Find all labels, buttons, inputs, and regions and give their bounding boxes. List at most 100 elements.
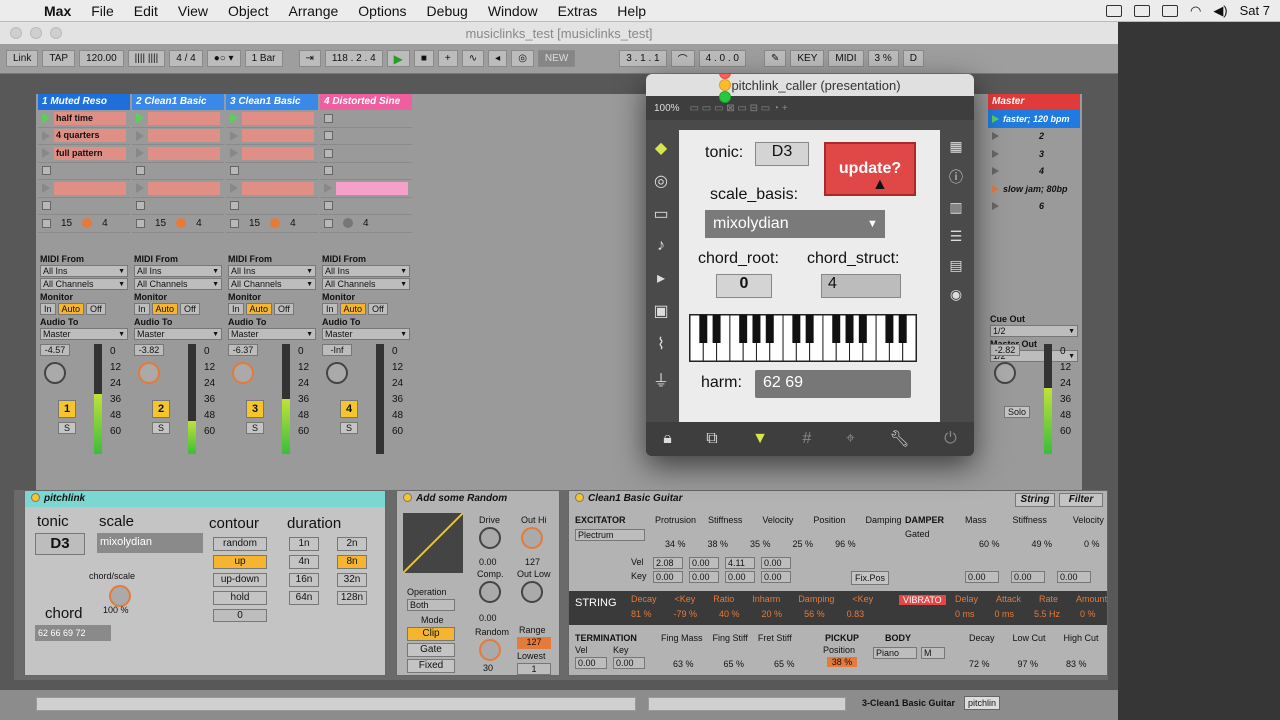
output-select[interactable]: Master bbox=[228, 328, 316, 340]
scale-select[interactable]: mixolydian bbox=[97, 533, 203, 553]
menu-app[interactable]: Max bbox=[34, 3, 81, 19]
play-clip-icon[interactable] bbox=[42, 113, 50, 124]
play-clip-icon[interactable] bbox=[136, 183, 144, 194]
scene-launch-icon[interactable] bbox=[992, 149, 999, 158]
solo-button[interactable]: S bbox=[340, 422, 358, 434]
val[interactable]: 0 % bbox=[1080, 609, 1096, 619]
black-key[interactable] bbox=[845, 315, 854, 343]
output-select[interactable]: Master bbox=[322, 328, 410, 340]
play-clip-icon[interactable] bbox=[230, 113, 238, 124]
volume-field[interactable]: -3.82 bbox=[134, 344, 164, 356]
drive-knob[interactable] bbox=[479, 527, 501, 549]
status-scroll[interactable] bbox=[36, 697, 636, 711]
stop-clip-icon[interactable] bbox=[324, 131, 333, 141]
stop-icon[interactable] bbox=[136, 218, 145, 228]
clip[interactable] bbox=[148, 129, 220, 143]
black-key[interactable] bbox=[792, 315, 801, 343]
clip-slot[interactable] bbox=[132, 180, 224, 198]
track-activator[interactable]: 4 bbox=[340, 400, 358, 418]
channel-select[interactable]: All Channels bbox=[134, 278, 222, 290]
status-device-tab[interactable]: pitchlin bbox=[964, 696, 1001, 710]
list-icon[interactable]: ☰ bbox=[950, 228, 963, 245]
status-scroll-2[interactable] bbox=[648, 697, 846, 711]
term-vel[interactable]: 0.00 bbox=[575, 657, 607, 669]
close-button[interactable] bbox=[10, 27, 22, 39]
target-icon[interactable]: ◎ bbox=[654, 171, 668, 191]
clip-slot[interactable] bbox=[226, 180, 318, 198]
mode-clip[interactable]: Clip bbox=[407, 627, 455, 641]
clip[interactable]: full pattern bbox=[54, 146, 126, 160]
stop-clip-icon[interactable] bbox=[136, 166, 145, 176]
stop-clip-icon[interactable] bbox=[136, 201, 145, 211]
track-header[interactable]: 3 Clean1 Basic bbox=[226, 94, 318, 110]
duration-32n[interactable]: 32n bbox=[337, 573, 367, 587]
clip-slot[interactable] bbox=[226, 163, 318, 180]
clip[interactable] bbox=[148, 146, 220, 160]
output-select[interactable]: Master bbox=[40, 328, 128, 340]
clip-slot[interactable]: 4 quarters bbox=[38, 128, 130, 145]
play-clip-icon[interactable] bbox=[42, 130, 50, 141]
black-key[interactable] bbox=[805, 315, 814, 343]
stop-clip-icon[interactable] bbox=[230, 201, 239, 211]
monitor-off[interactable]: Off bbox=[274, 303, 294, 315]
tonic-field[interactable]: D3 bbox=[35, 533, 85, 555]
track-header[interactable]: 2 Clean1 Basic bbox=[132, 94, 224, 110]
vel-value[interactable]: 2.08 bbox=[653, 557, 683, 569]
grid-icon[interactable]: ▦ bbox=[949, 138, 962, 155]
scale-basis-select[interactable]: mixolydian bbox=[705, 210, 885, 238]
track-header[interactable]: 1 Muted Reso bbox=[38, 94, 130, 110]
duration-8n[interactable]: 8n bbox=[337, 555, 367, 569]
input-select[interactable]: All Ins bbox=[40, 265, 128, 277]
piano-keyboard[interactable] bbox=[689, 314, 917, 362]
track-header[interactable]: 4 Distorted Sine bbox=[320, 94, 412, 110]
play-clip-icon[interactable] bbox=[230, 183, 238, 194]
chord-scale-knob[interactable] bbox=[109, 585, 131, 607]
clip-slot[interactable] bbox=[132, 198, 224, 215]
menu-object[interactable]: Object bbox=[218, 3, 278, 19]
black-key[interactable] bbox=[885, 315, 894, 343]
clip-slot[interactable] bbox=[320, 110, 412, 128]
stop-icon[interactable]: ■ bbox=[413, 50, 434, 67]
pan-icon[interactable] bbox=[82, 218, 93, 229]
stop-clip-icon[interactable] bbox=[324, 201, 333, 211]
channel-select[interactable]: All Channels bbox=[322, 278, 410, 290]
clip-slot[interactable] bbox=[226, 145, 318, 163]
damper-label[interactable]: DAMPER bbox=[905, 515, 944, 525]
menu-edit[interactable]: Edit bbox=[124, 3, 168, 19]
device-power[interactable] bbox=[403, 493, 412, 502]
chord-root-field[interactable]: 0 bbox=[716, 274, 772, 298]
mode-gate[interactable]: Gate bbox=[407, 643, 455, 657]
nudge-icon[interactable]: |||| |||| bbox=[127, 50, 166, 67]
pan-knob[interactable] bbox=[44, 362, 66, 384]
val[interactable]: 0.83 bbox=[847, 609, 865, 619]
scene[interactable]: 3 bbox=[988, 145, 1080, 163]
camera-icon[interactable]: ◉ bbox=[950, 286, 962, 303]
contour-value[interactable]: 0 bbox=[213, 609, 267, 622]
zoom-select[interactable]: 100% bbox=[654, 103, 680, 114]
out-hi-knob[interactable] bbox=[521, 527, 543, 549]
contour-hold[interactable]: hold bbox=[213, 591, 267, 605]
clip-slot[interactable] bbox=[132, 145, 224, 163]
minimize-button[interactable] bbox=[30, 27, 42, 39]
master-volume-field[interactable]: -2.82 bbox=[990, 344, 1020, 356]
minimize-button[interactable] bbox=[719, 79, 732, 91]
loop-icon[interactable]: ◎ bbox=[511, 50, 534, 67]
play-clip-icon[interactable] bbox=[136, 113, 144, 124]
play-clip-icon[interactable] bbox=[42, 183, 50, 194]
play-clip-icon[interactable] bbox=[136, 148, 144, 159]
lock-icon[interactable]: 🔒︎ bbox=[663, 430, 672, 448]
menu-file[interactable]: File bbox=[81, 3, 124, 19]
reference-icon[interactable]: ▤ bbox=[949, 257, 962, 274]
pan-icon[interactable] bbox=[176, 218, 187, 229]
grid-icon[interactable]: # bbox=[802, 430, 811, 448]
menu-debug[interactable]: Debug bbox=[417, 3, 478, 19]
body-type-select[interactable]: Piano bbox=[873, 647, 917, 659]
tablet-icon[interactable]: ▭ bbox=[653, 204, 668, 224]
volume-icon[interactable]: ◀) bbox=[1213, 3, 1227, 19]
scene[interactable]: 6 bbox=[988, 198, 1080, 216]
clip-slot[interactable] bbox=[226, 128, 318, 145]
stop-clip-icon[interactable] bbox=[324, 148, 333, 158]
clip-slot[interactable] bbox=[132, 110, 224, 128]
stop-clip-icon[interactable] bbox=[324, 166, 333, 176]
black-key[interactable] bbox=[739, 315, 748, 343]
